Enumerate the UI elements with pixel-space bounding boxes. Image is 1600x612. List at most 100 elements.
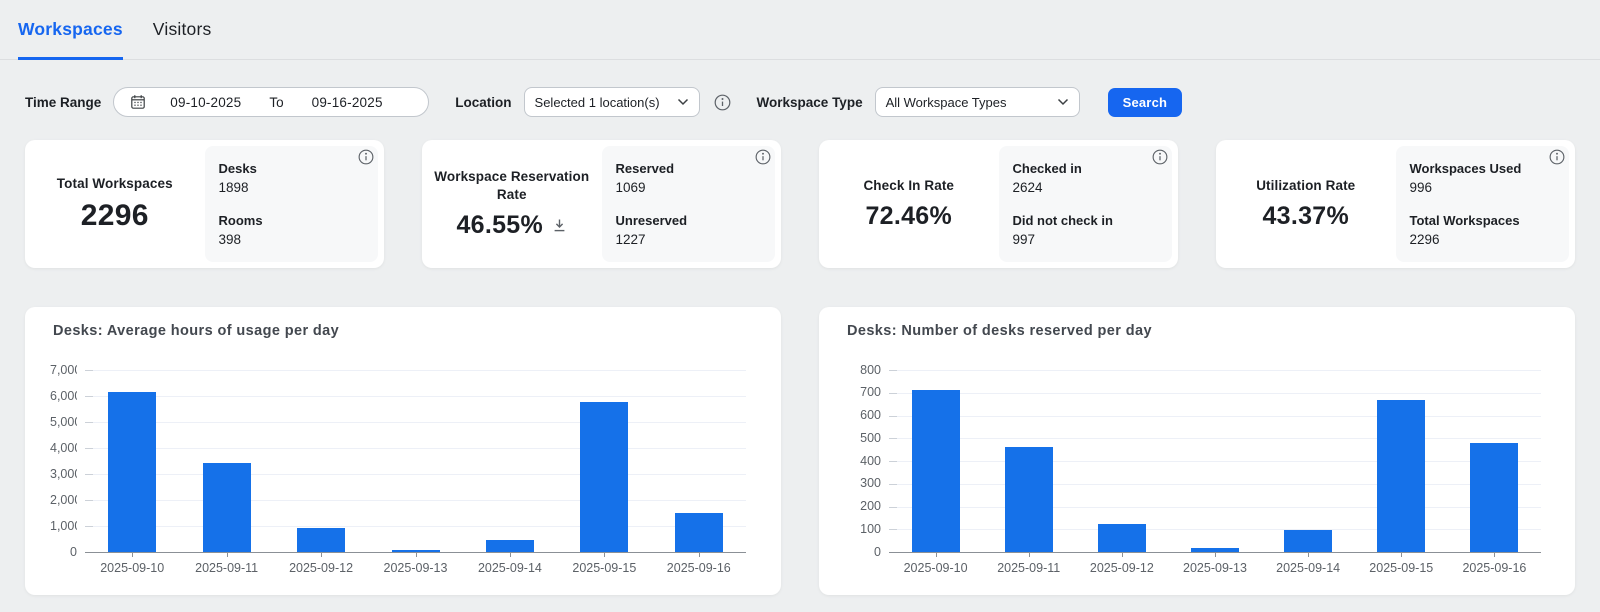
- gridline: [889, 370, 1541, 371]
- chart-bar[interactable]: [1470, 443, 1518, 552]
- y-axis-label: 400: [841, 453, 881, 470]
- chart-bar[interactable]: [1284, 530, 1332, 552]
- y-tick-mark: [85, 474, 93, 475]
- y-tick-mark: [889, 416, 897, 417]
- stat-label: Utilization Rate: [1256, 177, 1355, 195]
- stat-label: Workspace Reservation Rate: [434, 168, 590, 203]
- stat-detail-panel: Checked in 2624 Did not check in 997: [999, 146, 1173, 262]
- date-separator: To: [269, 95, 283, 110]
- y-tick-mark: [889, 529, 897, 530]
- x-axis-label: 2025-09-12: [1075, 561, 1168, 575]
- chart-bar[interactable]: [1098, 524, 1146, 552]
- y-axis-label: 100: [841, 521, 881, 538]
- info-icon[interactable]: [358, 149, 374, 165]
- tab-visitors[interactable]: Visitors: [153, 0, 212, 59]
- workspace-type-label: Workspace Type: [757, 95, 863, 110]
- chart-bar[interactable]: [1191, 548, 1239, 552]
- y-tick-mark: [85, 396, 93, 397]
- workspace-type-select-value: All Workspace Types: [886, 95, 1007, 110]
- stat-detail-panel: Reserved 1069 Unreserved 1227: [602, 146, 776, 262]
- usage-chart: 01,0002,0003,0004,0005,0006,0007,0002025…: [25, 307, 781, 595]
- y-axis-label: 4,000: [50, 440, 77, 457]
- detail-item: Did not check in 997: [1013, 204, 1159, 256]
- x-tick-mark: [936, 553, 937, 557]
- detail-item: Unreserved 1227: [616, 204, 762, 256]
- detail-item: Rooms 398: [219, 204, 365, 256]
- x-axis-label: 2025-09-13: [368, 561, 462, 575]
- workspace-type-select[interactable]: All Workspace Types: [875, 87, 1080, 117]
- filter-bar: Time Range 09-10-2025 To 09-16-2025 Loca…: [0, 87, 1600, 117]
- reserved-chart-card: Desks: Number of desks reserved per day …: [819, 307, 1575, 595]
- gridline: [889, 416, 1541, 417]
- y-axis-label: 0: [841, 544, 881, 561]
- x-tick-mark: [416, 553, 417, 557]
- gridline: [889, 438, 1541, 439]
- y-tick-mark: [85, 526, 93, 527]
- info-icon[interactable]: [1152, 149, 1168, 165]
- info-icon[interactable]: [755, 149, 771, 165]
- y-axis-label: 6,000: [50, 388, 77, 405]
- tab-workspaces[interactable]: Workspaces: [18, 0, 123, 59]
- gridline: [85, 422, 746, 423]
- location-select-value: Selected 1 location(s): [535, 95, 660, 110]
- y-axis-label: 500: [841, 430, 881, 447]
- x-axis-label: 2025-09-11: [179, 561, 273, 575]
- location-info-icon[interactable]: [714, 94, 731, 111]
- y-tick-mark: [85, 422, 93, 423]
- chart-bar[interactable]: [486, 540, 534, 552]
- x-axis-label: 2025-09-14: [463, 561, 557, 575]
- stat-value: 46.55%: [456, 211, 567, 240]
- gridline: [85, 448, 746, 449]
- chart-bar[interactable]: [675, 513, 723, 552]
- y-tick-mark: [889, 438, 897, 439]
- y-tick-mark: [889, 461, 897, 462]
- chevron-down-icon: [677, 98, 689, 106]
- x-axis-label: 2025-09-16: [652, 561, 746, 575]
- x-axis-label: 2025-09-15: [1355, 561, 1448, 575]
- y-tick-mark: [889, 393, 897, 394]
- chart-bar[interactable]: [912, 390, 960, 552]
- tab-visitors-label: Visitors: [153, 19, 212, 40]
- gridline: [85, 474, 746, 475]
- info-icon[interactable]: [1549, 149, 1565, 165]
- chart-bar[interactable]: [297, 528, 345, 552]
- chart-bar[interactable]: [1377, 400, 1425, 552]
- stat-label: Total Workspaces: [57, 175, 173, 193]
- gridline: [889, 393, 1541, 394]
- x-tick-mark: [227, 553, 228, 557]
- chart-bar[interactable]: [392, 550, 440, 552]
- search-button[interactable]: Search: [1108, 88, 1183, 117]
- stat-detail-panel: Workspaces Used 996 Total Workspaces 229…: [1396, 146, 1570, 262]
- x-tick-mark: [321, 553, 322, 557]
- gridline: [889, 461, 1541, 462]
- chart-bar[interactable]: [1005, 447, 1053, 552]
- x-tick-mark: [1215, 553, 1216, 557]
- chart-bar[interactable]: [203, 463, 251, 552]
- y-axis-label: 0: [50, 544, 77, 561]
- y-tick-mark: [889, 507, 897, 508]
- download-icon[interactable]: [552, 218, 567, 233]
- date-range-input[interactable]: 09-10-2025 To 09-16-2025: [113, 87, 429, 117]
- x-tick-mark: [1122, 553, 1123, 557]
- y-axis-label: 300: [841, 475, 881, 492]
- x-tick-mark: [132, 553, 133, 557]
- location-select[interactable]: Selected 1 location(s): [524, 87, 700, 117]
- x-tick-mark: [699, 553, 700, 557]
- y-tick-mark: [889, 484, 897, 485]
- y-axis-label: 800: [841, 362, 881, 379]
- detail-item: Workspaces Used 996: [1410, 152, 1556, 204]
- check-in-rate-card: Check In Rate 72.46% Checked in 2624 Did…: [819, 140, 1178, 268]
- x-axis-label: 2025-09-15: [557, 561, 651, 575]
- reserved-chart: 01002003004005006007008002025-09-102025-…: [819, 307, 1575, 595]
- date-from-value: 09-10-2025: [170, 95, 241, 110]
- x-axis-label: 2025-09-10: [889, 561, 982, 575]
- stat-detail-panel: Desks 1898 Rooms 398: [205, 146, 379, 262]
- stat-value: 72.46%: [865, 202, 952, 231]
- date-to-value: 09-16-2025: [312, 95, 383, 110]
- reservation-rate-card: Workspace Reservation Rate 46.55% Reserv…: [422, 140, 781, 268]
- y-axis-label: 3,000: [50, 466, 77, 483]
- x-axis-label: 2025-09-13: [1168, 561, 1261, 575]
- chart-bar[interactable]: [580, 402, 628, 552]
- y-axis-label: 200: [841, 498, 881, 515]
- chart-bar[interactable]: [108, 392, 156, 552]
